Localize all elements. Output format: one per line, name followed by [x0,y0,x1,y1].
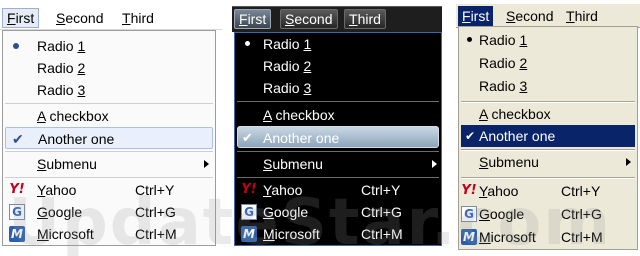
menubar-item-first[interactable]: First [234,9,272,29]
google-icon: G [241,204,257,220]
menu-item-microsoft[interactable]: M Microsoft Ctrl+M [3,223,215,245]
menu-item-radio-1[interactable]: Radio 1 [235,33,441,55]
menu-item-checkbox[interactable]: A checkbox [459,103,637,125]
separator [461,149,635,150]
separator [5,103,213,104]
separator [461,177,635,178]
separator [5,151,213,152]
menu-item-submenu[interactable]: Submenu [235,153,441,175]
microsoft-icon: M [9,226,25,242]
dropdown-menu: Radio 1 Radio 2 Radio 3 A checkbox ✔ Ano… [458,26,638,250]
menu-item-another-one[interactable]: ✔ Another one [237,126,439,148]
yahoo-icon: Y! [241,182,257,197]
shortcut-label: Ctrl+G [361,204,402,220]
menu-item-yahoo[interactable]: Y! Yahoo Ctrl+Y [3,179,215,201]
shortcut-label: Ctrl+M [561,229,603,245]
menu-item-yahoo[interactable]: Y! Yahoo Ctrl+Y [235,179,441,201]
menu-item-submenu[interactable]: Submenu [459,151,637,173]
google-icon: G [9,204,25,220]
radio-dot-icon [245,41,250,46]
shortcut-label: Ctrl+Y [561,183,601,199]
menubar-item-third[interactable]: Third [118,8,158,28]
microsoft-icon: M [241,226,257,242]
menu-item-radio-3[interactable]: Radio 3 [235,77,441,99]
menu-item-radio-2[interactable]: Radio 2 [3,57,215,79]
checkmark-icon: ✔ [465,129,476,143]
shortcut-label: Ctrl+G [135,204,176,220]
radio-dot-icon [467,37,472,42]
menubar-item-second[interactable]: Second [280,9,338,29]
menu-item-radio-3[interactable]: Radio 3 [459,75,637,97]
menu-item-radio-1[interactable]: Radio 1 [3,35,215,57]
menu-item-checkbox[interactable]: A checkbox [3,105,215,127]
microsoft-icon: M [461,229,477,245]
menu-item-radio-3[interactable]: Radio 3 [3,79,215,101]
menu-demo-luna: First Second Third Radio 1 Radio 2 Radio… [0,0,222,256]
menu-item-submenu[interactable]: Submenu [3,153,215,175]
menu-item-microsoft[interactable]: M Microsoft Ctrl+M [459,226,637,248]
menubar-item-second[interactable]: Second [52,8,108,28]
menu-demo-dark: First Second Third Radio 1 Radio 2 Radio… [232,0,446,256]
submenu-arrow-icon [204,160,209,168]
radio-dot-icon [13,43,19,49]
shortcut-label: Ctrl+M [361,226,403,242]
shortcut-label: Ctrl+G [561,206,602,222]
menubar: First Second Third [232,6,442,32]
dropdown-menu: Radio 1 Radio 2 Radio 3 A checkbox ✔ Ano… [234,32,442,246]
menu-item-google[interactable]: G Google Ctrl+G [235,201,441,223]
menu-item-another-one[interactable]: ✔ Another one [5,127,213,149]
shortcut-label: Ctrl+Y [135,182,175,198]
google-icon: G [461,206,477,222]
menu-item-radio-2[interactable]: Radio 2 [235,55,441,77]
menu-item-radio-1[interactable]: Radio 1 [459,29,637,51]
yahoo-icon: Y! [9,182,25,197]
separator [237,177,439,178]
separator [461,101,635,102]
menu-item-yahoo[interactable]: Y! Yahoo Ctrl+Y [459,180,637,202]
dropdown-menu: Radio 1 Radio 2 Radio 3 A checkbox ✔ Ano… [2,30,216,246]
menubar: First Second Third [0,6,222,30]
shortcut-label: Ctrl+M [135,226,177,242]
submenu-arrow-icon [432,160,437,168]
menubar-item-third[interactable]: Third [562,6,602,26]
menubar-item-third[interactable]: Third [344,9,386,29]
shortcut-label: Ctrl+Y [361,182,401,198]
menu-item-google[interactable]: G Google Ctrl+G [3,201,215,223]
menu-demo-classic: First Second Third Radio 1 Radio 2 Radio… [456,0,640,256]
separator [237,101,439,102]
checkmark-icon: ✔ [12,131,24,147]
submenu-arrow-icon [626,158,631,166]
menubar-item-first[interactable]: First [458,6,494,26]
menu-item-google[interactable]: G Google Ctrl+G [459,203,637,225]
checkmark-icon: ✔ [242,130,253,145]
menu-item-radio-2[interactable]: Radio 2 [459,52,637,74]
menu-item-microsoft[interactable]: M Microsoft Ctrl+M [235,223,441,245]
menu-item-checkbox[interactable]: A checkbox [235,104,441,126]
yahoo-icon: Y! [461,183,477,198]
separator [5,177,213,178]
menubar-item-first[interactable]: First [2,8,40,28]
menubar-item-second[interactable]: Second [502,6,558,26]
menu-item-another-one[interactable]: ✔ Another one [461,125,635,147]
separator [237,151,439,152]
